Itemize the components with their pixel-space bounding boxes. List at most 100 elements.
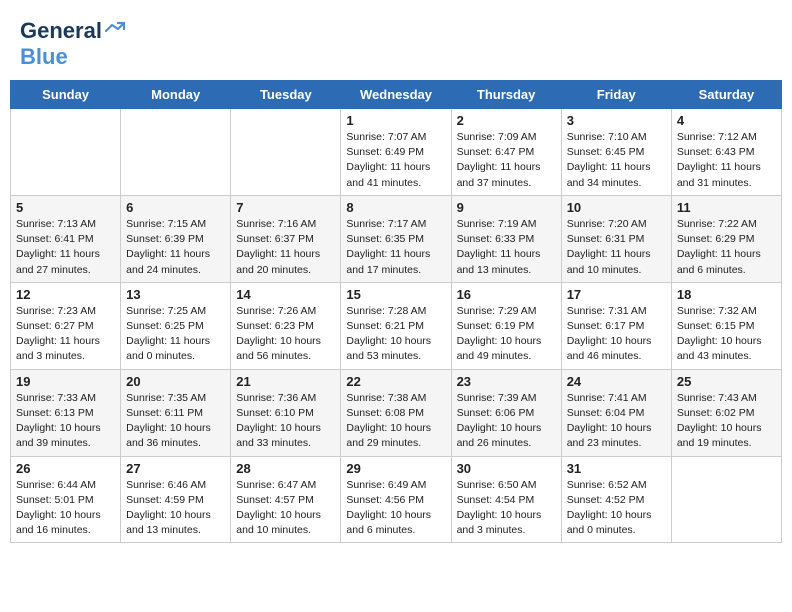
day-info: Sunrise: 7:09 AM Sunset: 6:47 PM Dayligh…: [457, 130, 556, 191]
day-info: Sunrise: 7:12 AM Sunset: 6:43 PM Dayligh…: [677, 130, 776, 191]
calendar-cell: [671, 456, 781, 543]
calendar-cell: 1Sunrise: 7:07 AM Sunset: 6:49 PM Daylig…: [341, 109, 451, 196]
day-info: Sunrise: 6:52 AM Sunset: 4:52 PM Dayligh…: [567, 478, 666, 539]
day-number: 31: [567, 461, 666, 476]
day-info: Sunrise: 7:23 AM Sunset: 6:27 PM Dayligh…: [16, 304, 115, 365]
calendar-header-row: SundayMondayTuesdayWednesdayThursdayFrid…: [11, 81, 782, 109]
day-info: Sunrise: 7:25 AM Sunset: 6:25 PM Dayligh…: [126, 304, 225, 365]
calendar-cell: 4 Sunrise: 7:12 AM Sunset: 6:43 PM Daylig…: [671, 109, 781, 196]
calendar-cell: 12 Sunrise: 7:23 AM Sunset: 6:27 PM Dayli…: [11, 282, 121, 369]
calendar-cell: 27Sunrise: 6:46 AM Sunset: 4:59 PM Dayli…: [121, 456, 231, 543]
calendar-cell: 30 Sunrise: 6:50 AM Sunset: 4:54 PM Dayli…: [451, 456, 561, 543]
day-info: Sunrise: 7:35 AM Sunset: 6:11 PM Dayligh…: [126, 391, 225, 452]
calendar-cell: [121, 109, 231, 196]
day-info: Sunrise: 7:16 AM Sunset: 6:37 PM Dayligh…: [236, 217, 335, 278]
day-number: 26: [16, 461, 115, 476]
calendar-cell: 15 Sunrise: 7:28 AM Sunset: 6:21 PM Dayli…: [341, 282, 451, 369]
calendar-cell: 23Sunrise: 7:39 AM Sunset: 6:06 PM Dayli…: [451, 369, 561, 456]
day-info: Sunrise: 7:28 AM Sunset: 6:21 PM Dayligh…: [346, 304, 445, 365]
calendar-cell: 25 Sunrise: 7:43 AM Sunset: 6:02 PM Dayli…: [671, 369, 781, 456]
calendar-cell: 7 Sunrise: 7:16 AM Sunset: 6:37 PM Daylig…: [231, 195, 341, 282]
day-number: 7: [236, 200, 335, 215]
page-header: General Blue: [10, 10, 782, 74]
weekday-header: Wednesday: [341, 81, 451, 109]
calendar-cell: 14 Sunrise: 7:26 AM Sunset: 6:23 PM Dayli…: [231, 282, 341, 369]
day-number: 18: [677, 287, 776, 302]
calendar-cell: 31 Sunrise: 6:52 AM Sunset: 4:52 PM Dayli…: [561, 456, 671, 543]
day-number: 22: [346, 374, 445, 389]
logo-general: General: [20, 18, 102, 44]
calendar-week-row: 12 Sunrise: 7:23 AM Sunset: 6:27 PM Dayli…: [11, 282, 782, 369]
day-number: 29: [346, 461, 445, 476]
calendar-cell: 19Sunrise: 7:33 AM Sunset: 6:13 PM Dayli…: [11, 369, 121, 456]
calendar-cell: 26 Sunrise: 6:44 AM Sunset: 5:01 PM Dayli…: [11, 456, 121, 543]
day-number: 27: [126, 461, 225, 476]
logo-bird-icon: [104, 21, 126, 37]
day-info: Sunrise: 7:38 AM Sunset: 6:08 PM Dayligh…: [346, 391, 445, 452]
calendar-cell: 29 Sunrise: 6:49 AM Sunset: 4:56 PM Dayli…: [341, 456, 451, 543]
day-number: 10: [567, 200, 666, 215]
calendar-cell: 18 Sunrise: 7:32 AM Sunset: 6:15 PM Dayli…: [671, 282, 781, 369]
day-info: Sunrise: 7:31 AM Sunset: 6:17 PM Dayligh…: [567, 304, 666, 365]
day-number: 15: [346, 287, 445, 302]
day-info: Sunrise: 6:50 AM Sunset: 4:54 PM Dayligh…: [457, 478, 556, 539]
calendar-cell: 24Sunrise: 7:41 AM Sunset: 6:04 PM Dayli…: [561, 369, 671, 456]
calendar-cell: 11 Sunrise: 7:22 AM Sunset: 6:29 PM Dayli…: [671, 195, 781, 282]
day-number: 24: [567, 374, 666, 389]
day-number: 3: [567, 113, 666, 128]
day-number: 12: [16, 287, 115, 302]
calendar-cell: [231, 109, 341, 196]
calendar-cell: 9 Sunrise: 7:19 AM Sunset: 6:33 PM Daylig…: [451, 195, 561, 282]
day-info: Sunrise: 7:26 AM Sunset: 6:23 PM Dayligh…: [236, 304, 335, 365]
day-info: Sunrise: 6:44 AM Sunset: 5:01 PM Dayligh…: [16, 478, 115, 539]
calendar-cell: 16Sunrise: 7:29 AM Sunset: 6:19 PM Dayli…: [451, 282, 561, 369]
calendar-week-row: 26 Sunrise: 6:44 AM Sunset: 5:01 PM Dayli…: [11, 456, 782, 543]
day-number: 28: [236, 461, 335, 476]
day-number: 11: [677, 200, 776, 215]
weekday-header: Tuesday: [231, 81, 341, 109]
day-number: 21: [236, 374, 335, 389]
calendar-table: SundayMondayTuesdayWednesdayThursdayFrid…: [10, 80, 782, 543]
day-number: 30: [457, 461, 556, 476]
day-info: Sunrise: 7:32 AM Sunset: 6:15 PM Dayligh…: [677, 304, 776, 365]
day-info: Sunrise: 7:43 AM Sunset: 6:02 PM Dayligh…: [677, 391, 776, 452]
day-info: Sunrise: 6:49 AM Sunset: 4:56 PM Dayligh…: [346, 478, 445, 539]
day-info: Sunrise: 7:36 AM Sunset: 6:10 PM Dayligh…: [236, 391, 335, 452]
day-number: 14: [236, 287, 335, 302]
day-number: 5: [16, 200, 115, 215]
calendar-cell: 17 Sunrise: 7:31 AM Sunset: 6:17 PM Dayli…: [561, 282, 671, 369]
calendar-cell: 2 Sunrise: 7:09 AM Sunset: 6:47 PM Daylig…: [451, 109, 561, 196]
day-number: 23: [457, 374, 556, 389]
day-info: Sunrise: 7:19 AM Sunset: 6:33 PM Dayligh…: [457, 217, 556, 278]
calendar-cell: 8Sunrise: 7:17 AM Sunset: 6:35 PM Daylig…: [341, 195, 451, 282]
calendar-cell: 28 Sunrise: 6:47 AM Sunset: 4:57 PM Dayli…: [231, 456, 341, 543]
day-number: 1: [346, 113, 445, 128]
day-number: 16: [457, 287, 556, 302]
day-number: 8: [346, 200, 445, 215]
logo: General Blue: [20, 18, 126, 70]
day-info: Sunrise: 7:33 AM Sunset: 6:13 PM Dayligh…: [16, 391, 115, 452]
logo-blue: Blue: [20, 44, 68, 69]
weekday-header: Monday: [121, 81, 231, 109]
calendar-cell: 22 Sunrise: 7:38 AM Sunset: 6:08 PM Dayli…: [341, 369, 451, 456]
day-number: 9: [457, 200, 556, 215]
day-number: 17: [567, 287, 666, 302]
calendar-week-row: 19Sunrise: 7:33 AM Sunset: 6:13 PM Dayli…: [11, 369, 782, 456]
calendar-cell: 20 Sunrise: 7:35 AM Sunset: 6:11 PM Dayli…: [121, 369, 231, 456]
calendar-cell: 13 Sunrise: 7:25 AM Sunset: 6:25 PM Dayli…: [121, 282, 231, 369]
day-number: 13: [126, 287, 225, 302]
calendar-cell: 3Sunrise: 7:10 AM Sunset: 6:45 PM Daylig…: [561, 109, 671, 196]
day-number: 20: [126, 374, 225, 389]
day-info: Sunrise: 7:22 AM Sunset: 6:29 PM Dayligh…: [677, 217, 776, 278]
day-number: 25: [677, 374, 776, 389]
calendar-cell: 10Sunrise: 7:20 AM Sunset: 6:31 PM Dayli…: [561, 195, 671, 282]
calendar-week-row: 1Sunrise: 7:07 AM Sunset: 6:49 PM Daylig…: [11, 109, 782, 196]
day-number: 4: [677, 113, 776, 128]
weekday-header: Thursday: [451, 81, 561, 109]
day-info: Sunrise: 6:47 AM Sunset: 4:57 PM Dayligh…: [236, 478, 335, 539]
weekday-header: Friday: [561, 81, 671, 109]
day-info: Sunrise: 7:13 AM Sunset: 6:41 PM Dayligh…: [16, 217, 115, 278]
weekday-header: Saturday: [671, 81, 781, 109]
day-number: 2: [457, 113, 556, 128]
day-info: Sunrise: 7:15 AM Sunset: 6:39 PM Dayligh…: [126, 217, 225, 278]
